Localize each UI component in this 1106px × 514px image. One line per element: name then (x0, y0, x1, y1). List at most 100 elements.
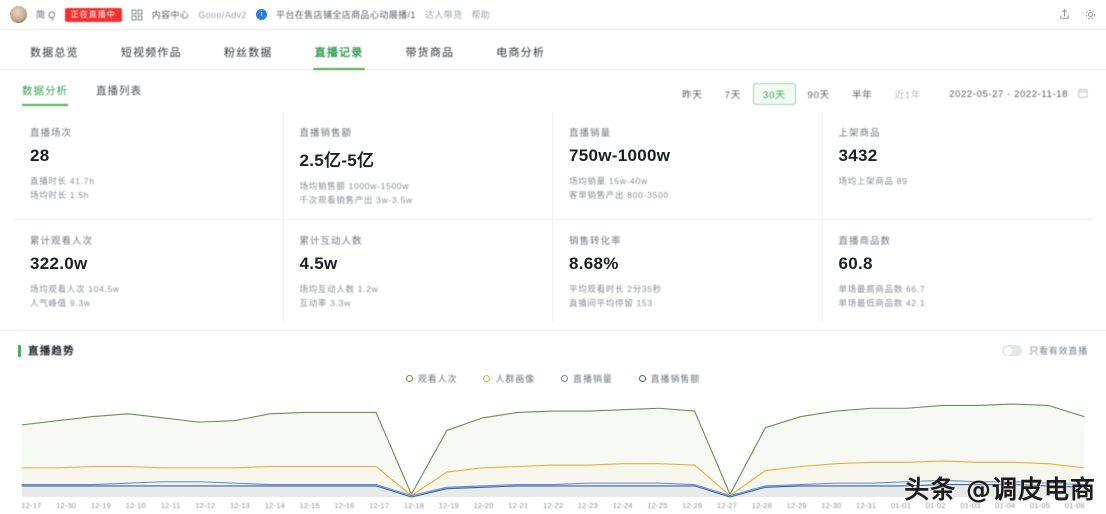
card-title: 上架商品 (839, 125, 1077, 139)
settings-icon[interactable] (1084, 9, 1096, 21)
share-icon[interactable] (1058, 9, 1070, 21)
x-axis-tick: 01-04 (988, 501, 1023, 510)
legend-item-amount[interactable]: 直播销售额 (639, 372, 701, 385)
nav-tab-1[interactable]: 短视频作品 (121, 44, 182, 69)
trend-line-chart[interactable] (8, 389, 1098, 501)
x-axis-tick: 12-30 (49, 501, 84, 510)
legend-label: 观看人次 (418, 372, 458, 385)
topbar-right-icons (1058, 9, 1096, 21)
card-sub-2: 千次观看销售产出 3w-3.5w (300, 193, 537, 207)
x-axis-tick: 12-15 (292, 501, 327, 510)
stat-card-interactions: 累计互动人数 4.5w 场均互动人数 1.2w 互动率 3.3w (284, 219, 554, 322)
x-axis-tick: 12-16 (327, 501, 362, 510)
x-axis-tick: 12-19 (431, 501, 466, 510)
card-sub-2: 场均时长 1.5h (30, 188, 267, 202)
blue-info-icon[interactable]: i (256, 9, 267, 20)
x-axis-tick: 12-29 (779, 501, 814, 510)
card-sub-1: 单场最高商品数 66.7 (839, 282, 1077, 296)
card-sub-1: 场均销量 15w-40w (569, 174, 806, 188)
range-1y[interactable]: 近1年 (885, 83, 932, 105)
legend-label: 直播销售额 (651, 372, 701, 385)
app-root: 简 Q 正在直播中 内容中心 Gooo/Adv2 i 平台在售店铺全店商品心动展… (0, 0, 1106, 514)
legend-marker-icon (483, 375, 490, 382)
x-axis-tick: 12-18 (397, 501, 432, 510)
chart-plot-area[interactable] (8, 389, 1098, 501)
legend-marker-icon (639, 375, 646, 382)
card-sub-2: 客单销售产出 800-3500 (569, 188, 806, 202)
live-badge: 正在直播中 (65, 8, 122, 22)
main-shell: 数据总览 短视频作品 粉丝数据 直播记录 带货商品 电商分析 数据分析 直播列表… (0, 30, 1106, 514)
card-title: 直播场次 (30, 125, 267, 139)
card-value: 60.8 (839, 254, 1077, 274)
range-7d[interactable]: 7天 (715, 83, 751, 105)
x-axis-tick: 12-17 (362, 501, 397, 510)
chart-x-axis: 12-1712-3012-1912-1012-1112-1212-1312-14… (0, 501, 1106, 514)
x-axis-tick: 01-05 (1023, 501, 1058, 510)
stat-card-sales-volume: 直播销量 750w-1000w 场均销量 15w-40w 客单销售产出 800-… (553, 112, 823, 219)
sub-nav-row: 数据分析 直播列表 昨天 7天 30天 90天 半年 近1年 2022-05-2… (0, 70, 1106, 106)
x-axis-tick: 01-03 (953, 501, 988, 510)
x-axis-tick: 01-01 (884, 501, 919, 510)
grid-icon[interactable] (131, 9, 143, 21)
x-axis-tick: 12-12 (188, 501, 223, 510)
x-axis-tick: 12-14 (257, 501, 292, 510)
x-axis-tick: 01-02 (918, 501, 953, 510)
chart-section-header: 直播趋势 只看有效直播 (0, 330, 1106, 360)
stat-card-listed-products: 上架商品 3432 场均上架商品 89 (823, 112, 1093, 219)
legend-item-volume[interactable]: 直播销量 (561, 372, 613, 385)
card-sub-2: 单场最低商品数 42.1 (839, 296, 1077, 310)
topbar-item-0[interactable]: 内容中心 (152, 8, 190, 21)
range-filter-group: 昨天 7天 30天 90天 半年 近1年 (672, 83, 931, 105)
nav-tab-3[interactable]: 直播记录 (315, 44, 364, 69)
card-sub-1: 直播时长 41.7h (30, 174, 267, 188)
x-axis-tick: 12-23 (571, 501, 606, 510)
x-axis-tick: 12-13 (223, 501, 258, 510)
card-title: 累计互动人数 (300, 233, 537, 247)
sub-nav: 数据分析 直播列表 (22, 83, 142, 105)
x-axis-tick: 12-17 (14, 501, 49, 510)
card-sub-1: 场均销售额 1000w-1500w (300, 179, 537, 193)
legend-item-audience[interactable]: 人群画像 (483, 372, 535, 385)
x-axis-tick: 12-28 (744, 501, 779, 510)
x-axis-tick: 12-25 (640, 501, 675, 510)
sub-tab-analysis[interactable]: 数据分析 (22, 83, 68, 105)
legend-label: 人群画像 (495, 372, 535, 385)
legend-marker-icon (561, 375, 568, 382)
x-axis-tick: 12-24 (605, 501, 640, 510)
calendar-icon[interactable] (1078, 88, 1088, 101)
card-value: 28 (30, 146, 267, 166)
topbar-item-2[interactable]: 平台在售店铺全店商品心动展播/1 (276, 8, 416, 21)
nav-tab-0[interactable]: 数据总览 (30, 44, 79, 69)
legend-marker-icon (406, 375, 413, 382)
avatar[interactable] (10, 6, 27, 23)
card-value: 4.5w (300, 254, 537, 274)
range-90d[interactable]: 90天 (798, 83, 840, 105)
card-value: 8.68% (569, 254, 806, 274)
nav-tab-4[interactable]: 带货商品 (405, 44, 454, 69)
card-title: 直播销量 (569, 125, 806, 139)
nav-tab-5[interactable]: 电商分析 (496, 44, 545, 69)
x-axis-tick: 12-30 (814, 501, 849, 510)
date-range-display[interactable]: 2022-05-27 - 2022-11-18 (949, 89, 1068, 100)
card-sub-1: 平均观看时长 2分35秒 (569, 282, 806, 296)
x-axis-tick: 01-06 (1057, 501, 1092, 510)
primary-nav: 数据总览 短视频作品 粉丝数据 直播记录 带货商品 电商分析 (0, 30, 1106, 70)
card-title: 直播商品数 (839, 233, 1077, 247)
card-value: 750w-1000w (569, 146, 806, 166)
topbar-item-3[interactable]: 达人带货 (425, 8, 463, 21)
topbar-item-1[interactable]: Gooo/Adv2 (198, 10, 247, 20)
user-name[interactable]: 简 Q (36, 8, 56, 21)
card-sub-2: 人气峰值 9.3w (30, 296, 267, 310)
top-bar: 简 Q 正在直播中 内容中心 Gooo/Adv2 i 平台在售店铺全店商品心动展… (0, 0, 1106, 30)
card-title: 累计观看人次 (30, 233, 267, 247)
range-half-year[interactable]: 半年 (842, 83, 883, 105)
topbar-item-4[interactable]: 帮助 (471, 8, 490, 21)
effective-live-toggle[interactable] (1002, 345, 1022, 356)
sub-tab-list[interactable]: 直播列表 (96, 83, 142, 105)
card-sub-1: 场均互动人数 1.2w (300, 282, 537, 296)
x-axis-tick: 12-21 (501, 501, 536, 510)
legend-item-views[interactable]: 观看人次 (406, 372, 458, 385)
range-yesterday[interactable]: 昨天 (672, 83, 713, 105)
nav-tab-2[interactable]: 粉丝数据 (224, 44, 273, 69)
range-30d[interactable]: 30天 (753, 83, 795, 105)
